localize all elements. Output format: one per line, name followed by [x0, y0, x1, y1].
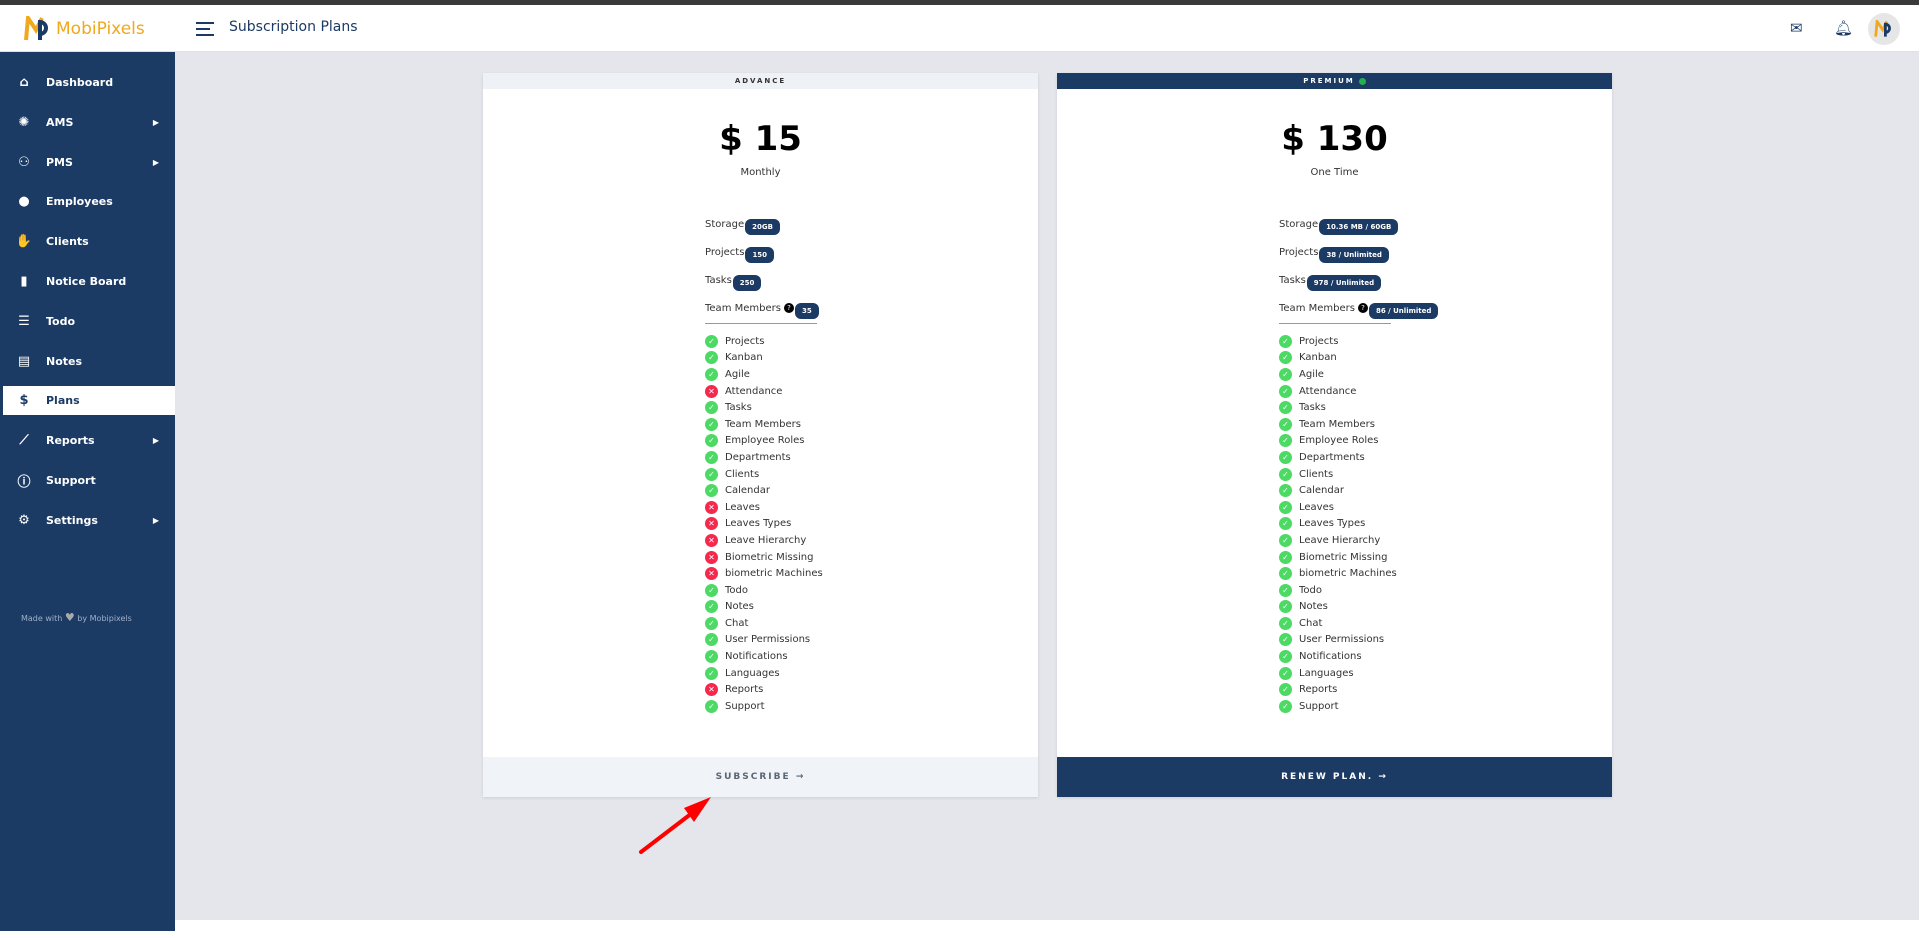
red-annotation-arrow — [639, 797, 711, 854]
